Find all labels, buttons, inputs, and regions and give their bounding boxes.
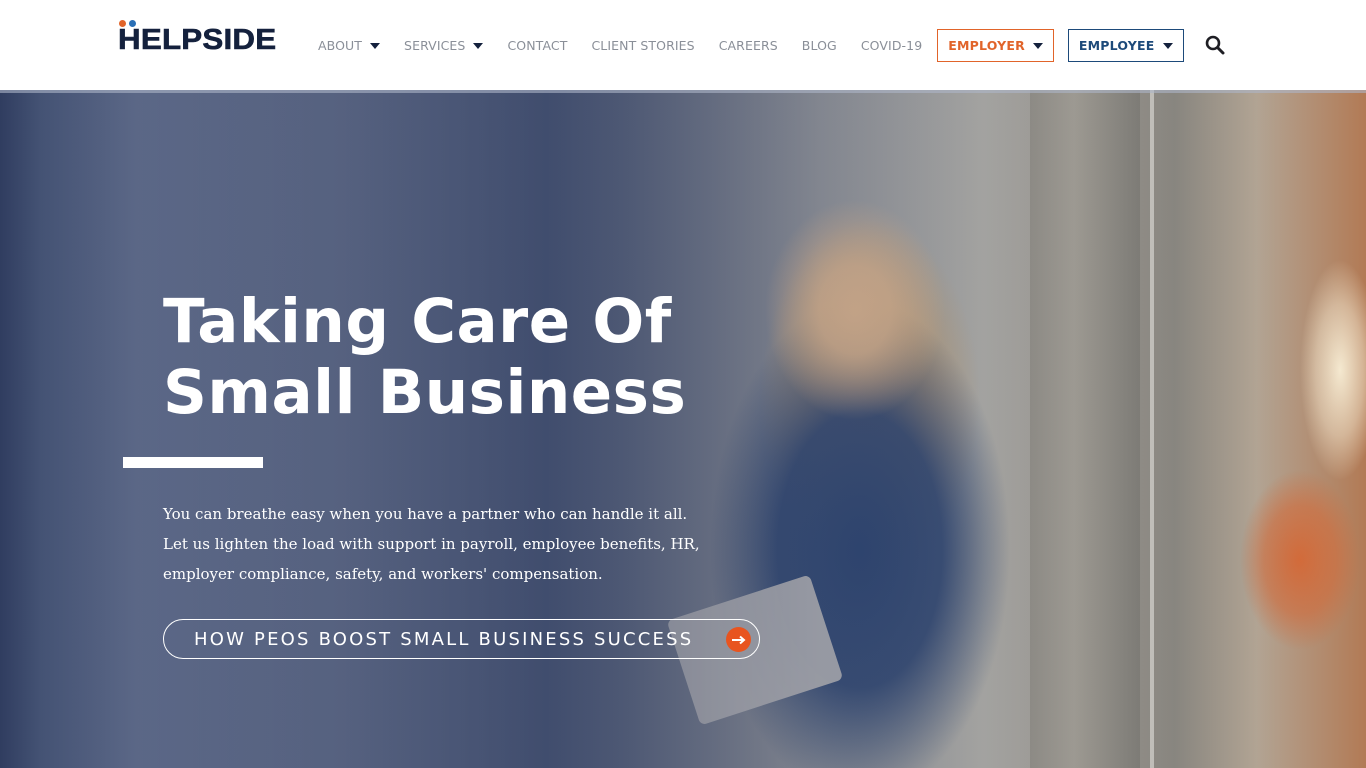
peos-success-cta-button[interactable]: HOW PEOS BOOST SMALL BUSINESS SUCCESS bbox=[163, 619, 760, 659]
nav-blog[interactable]: BLOG bbox=[802, 38, 837, 53]
nav-contact-label: CONTACT bbox=[507, 37, 568, 53]
nav-careers-label: CAREERS bbox=[718, 37, 778, 53]
hero-top-edge bbox=[0, 90, 1366, 93]
nav-covid-19-label: COVID-19 bbox=[860, 37, 923, 53]
nav-services-label: SERVICES bbox=[404, 37, 466, 53]
nav-about-label: ABOUT bbox=[318, 37, 363, 53]
nav-services[interactable]: SERVICES bbox=[404, 37, 484, 53]
nav-client-stories-label: CLIENT STORIES bbox=[591, 37, 695, 53]
site-header: HELPSIDE ABOUT SERVICES CONTACT CLIENT S… bbox=[0, 0, 1366, 90]
search-icon[interactable] bbox=[1204, 34, 1226, 56]
caret-down-icon bbox=[370, 43, 381, 49]
employee-dropdown-button[interactable]: EMPLOYEE bbox=[1067, 28, 1184, 62]
nav-careers[interactable]: CAREERS bbox=[719, 38, 778, 53]
nav-blog-label: BLOG bbox=[801, 37, 837, 53]
arrow-right-icon bbox=[726, 627, 751, 652]
employer-button-label: EMPLOYER bbox=[948, 37, 1025, 53]
hero-section: Taking Care Of Small Business You can br… bbox=[0, 90, 1366, 768]
employee-button-label: EMPLOYEE bbox=[1078, 37, 1155, 53]
nav-covid-19[interactable]: COVID-19 bbox=[861, 38, 922, 53]
caret-down-icon bbox=[1032, 43, 1043, 49]
headline-divider bbox=[123, 457, 263, 468]
hero-overlay bbox=[0, 90, 1366, 768]
hero-headline-line-2: Small Business bbox=[163, 357, 687, 428]
hero-headline-line-1: Taking Care Of bbox=[163, 286, 672, 357]
hero-headline: Taking Care Of Small Business bbox=[163, 286, 783, 428]
cta-label: HOW PEOS BOOST SMALL BUSINESS SUCCESS bbox=[194, 628, 694, 650]
nav-contact[interactable]: CONTACT bbox=[507, 38, 567, 53]
caret-down-icon bbox=[473, 43, 484, 49]
caret-down-icon bbox=[1162, 43, 1173, 49]
nav-client-stories[interactable]: CLIENT STORIES bbox=[591, 38, 694, 53]
nav-about[interactable]: ABOUT bbox=[318, 37, 381, 53]
employer-dropdown-button[interactable]: EMPLOYER bbox=[937, 28, 1054, 62]
main-nav: ABOUT SERVICES CONTACT CLIENT STORIES CA… bbox=[306, 28, 1226, 62]
hero-subtext: You can breathe easy when you have a par… bbox=[163, 505, 700, 583]
logo-wordmark: HELPSIDE bbox=[118, 24, 277, 56]
helpside-logo[interactable]: HELPSIDE bbox=[118, 20, 283, 56]
